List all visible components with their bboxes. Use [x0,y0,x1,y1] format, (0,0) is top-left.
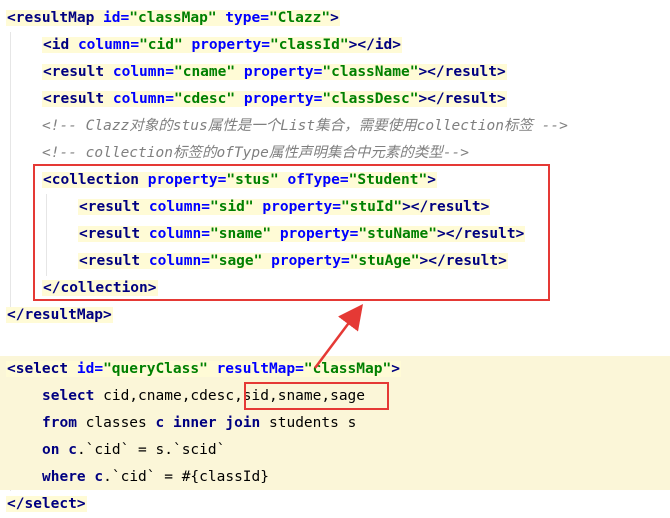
code-line[interactable]: <select id="queryClass" resultMap="class… [6,356,401,383]
code-line[interactable]: <id column="cid" property="classId"></id… [42,32,403,59]
sql-columns-highlight-box [244,382,389,410]
code-line[interactable]: where c.`cid` = #{classId} [42,464,269,491]
indent-guide-resultmap [10,32,11,308]
code-line[interactable]: </select> [6,491,87,518]
code-line[interactable]: from classes c inner join students s [42,410,356,437]
code-line[interactable]: <result column="cdesc" property="classDe… [42,86,507,113]
code-line[interactable]: <!-- collection标签的ofType属性声明集合中元素的类型--> [42,140,469,167]
code-line[interactable]: </resultMap> [6,302,113,329]
collection-highlight-box [33,164,550,301]
code-line[interactable]: <result column="cname" property="classNa… [42,59,507,86]
code-line[interactable]: <!-- Clazz对象的stus属性是一个List集合，需要使用collect… [42,113,568,140]
code-line[interactable]: <resultMap id="classMap" type="Clazz"> [6,5,340,32]
code-line[interactable]: on c.`cid` = s.`scid` [42,437,225,464]
